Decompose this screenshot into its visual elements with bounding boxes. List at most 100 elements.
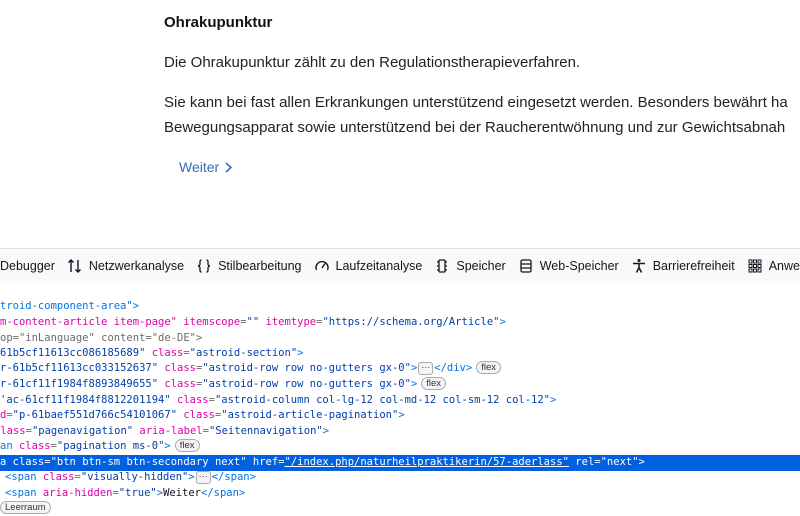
- tab-label: Debugger: [0, 259, 55, 273]
- braces-icon: [198, 259, 211, 273]
- tag-punct: >: [322, 425, 330, 437]
- grid-icon: [748, 259, 762, 273]
- attr-value: 'ac-61cf11f1984f8812201194": [0, 394, 171, 406]
- next-page-link[interactable]: Weiter: [179, 159, 233, 175]
- tree-node[interactable]: 'ac-61cf11f1984f8812201194" class="astro…: [0, 393, 800, 409]
- tree-node[interactable]: op="inLanguage" content="de-DE">: [0, 331, 800, 347]
- accessibility-icon: [632, 259, 645, 273]
- href-link-value[interactable]: "/index.php/naturheilpraktikerin/57-ader…: [285, 456, 569, 468]
- article-paragraph-1: Die Ohrakupunktur zählt zu den Regulatio…: [164, 54, 581, 71]
- attr-name: class: [158, 362, 196, 374]
- tag-punct: >: [638, 456, 645, 468]
- attr-value: "astroid-column col-lg-12 col-md-12 col-…: [214, 394, 550, 406]
- tag-open: <span: [5, 471, 37, 483]
- whitespace-badge[interactable]: Leerraum: [0, 501, 51, 514]
- attr-value: "true": [118, 487, 157, 499]
- attr-value: "btn btn-sm btn-secondary next": [50, 456, 247, 468]
- attr-value: "https://schema.org/Article": [322, 316, 500, 328]
- tree-node[interactable]: troid-component-area">: [0, 299, 800, 315]
- tag-name: an: [0, 440, 13, 452]
- tag-open: <span: [5, 487, 37, 499]
- attr-name: aria-label: [133, 425, 203, 437]
- attr-value: "pagination ms-0": [56, 440, 165, 452]
- attr-value: "pagenavigation": [31, 425, 134, 437]
- tree-node[interactable]: class="pagenavigation" aria-label="Seite…: [0, 424, 800, 440]
- attr-value: "": [246, 316, 260, 328]
- tag-punct: >: [297, 347, 304, 359]
- tab-label: Netzwerkanalyse: [88, 259, 185, 273]
- tree-node[interactable]: r-61cf11f1984f8893849655" class="astroid…: [0, 377, 800, 393]
- tab-network[interactable]: Netzwerkanalyse: [61, 249, 190, 283]
- tag-punct: >: [410, 378, 418, 390]
- closing-tag: </span>: [201, 487, 246, 499]
- article-paragraph-2-line-1: Sie kann bei fast allen Erkrankungen unt…: [164, 94, 788, 111]
- attr-value: "astroid-article-pagination": [221, 409, 399, 421]
- attr-name: aria-hidden: [36, 487, 113, 499]
- tree-node[interactable]: Leerraum: [0, 501, 800, 516]
- attr-name: rel: [568, 456, 595, 468]
- attr-value: "astroid-section": [189, 347, 298, 359]
- memory-chip-icon: [437, 259, 448, 273]
- storage-icon: [520, 259, 532, 273]
- tab-performance[interactable]: Laufzeitanalyse: [308, 249, 429, 283]
- article-paragraph-2-line-2: Bewegungsapparat sowie unterstützend bei…: [164, 119, 786, 136]
- tree-node[interactable]: <span class="visually-hidden"> ··· </span>: [0, 470, 800, 486]
- tag-punct: >: [398, 409, 405, 421]
- attr-value: "astroid-row row no-gutters gx-0": [202, 362, 411, 374]
- chevron-right-icon: [225, 161, 233, 173]
- tag-punct: >: [164, 440, 171, 452]
- collapsed-content-dots[interactable]: ···: [195, 471, 211, 484]
- inspector-markup-tree: troid-component-area"> m-content-article…: [0, 283, 800, 516]
- attr-name: class: [0, 425, 26, 437]
- attr-value: "next": [600, 456, 639, 468]
- tab-debugger[interactable]: Debugger: [0, 249, 61, 283]
- attr-name: class: [12, 440, 51, 452]
- attr-fragment: m-content-article item-page": [0, 316, 178, 328]
- flex-badge[interactable]: flex: [476, 361, 501, 374]
- tab-application[interactable]: Anwendung: [741, 249, 800, 283]
- attr-name: itemscope: [177, 316, 241, 328]
- attr-name: class: [145, 347, 184, 359]
- closing-tag: </div>: [434, 362, 473, 374]
- attr-name: itemtype: [259, 316, 317, 328]
- text-node: Weiter: [163, 487, 201, 499]
- tab-accessibility[interactable]: Barrierefreiheit: [625, 249, 741, 283]
- tab-memory[interactable]: Speicher: [428, 249, 511, 283]
- tag-punct: >: [550, 394, 557, 406]
- tag-punct: >: [410, 362, 418, 374]
- article-paragraph-2: Sie kann bei fast allen Erkrankungen unt…: [164, 90, 788, 140]
- tab-web-storage[interactable]: Web-Speicher: [512, 249, 625, 283]
- tree-node[interactable]: d="p-61baef551d766c54101067" class="astr…: [0, 408, 800, 424]
- tab-label: Anwendung: [768, 259, 800, 273]
- closing-tag: </span>: [211, 471, 256, 483]
- attr-value: 61b5cf11613cc086185689": [0, 347, 146, 359]
- attr-name: href: [246, 456, 279, 468]
- network-arrows-icon: [67, 259, 81, 273]
- tab-label: Barrierefreiheit: [652, 259, 735, 273]
- attr-value: "Seitennavigation": [208, 425, 323, 437]
- tree-node[interactable]: an class="pagination ms-0"> flex: [0, 439, 800, 455]
- attr-value: "visually-hidden": [80, 471, 189, 483]
- tree-node-selected[interactable]: a class="btn btn-sm btn-secondary next" …: [0, 455, 800, 471]
- attr-value: r-61cf11f1984f8893849655": [0, 378, 159, 390]
- devtools-toolbar: Debugger Netzwerkanalyse Stilbearbeitung…: [0, 248, 800, 284]
- article-title: Ohrakupunktur: [164, 14, 273, 31]
- collapsed-content-dots[interactable]: ···: [418, 362, 434, 375]
- tab-style-editor[interactable]: Stilbearbeitung: [190, 249, 307, 283]
- attr-name: class: [6, 456, 45, 468]
- tree-node[interactable]: r-61b5cf11613cc033152637" class="astroid…: [0, 361, 800, 377]
- tree-node[interactable]: 61b5cf11613cc086185689" class="astroid-s…: [0, 346, 800, 362]
- tab-label: Laufzeitanalyse: [335, 259, 423, 273]
- attr-value: r-61b5cf11613cc033152637": [0, 362, 159, 374]
- tag-fragment: troid-component-area">: [0, 300, 140, 312]
- tag-punct: >: [188, 471, 195, 483]
- page-content: Ohrakupunktur Die Ohrakupunktur zählt zu…: [0, 0, 800, 248]
- tree-node[interactable]: <span aria-hidden="true">Weiter</span>: [0, 486, 800, 502]
- tree-node[interactable]: m-content-article item-page" itemscope="…: [0, 315, 800, 331]
- flex-badge[interactable]: flex: [421, 377, 447, 390]
- attr-name: class: [36, 471, 75, 483]
- attr-name: class: [158, 378, 196, 390]
- tab-label: Stilbearbeitung: [218, 259, 302, 273]
- attr-value: "astroid-row row no-gutters gx-0": [202, 378, 411, 390]
- flex-badge[interactable]: flex: [174, 439, 200, 452]
